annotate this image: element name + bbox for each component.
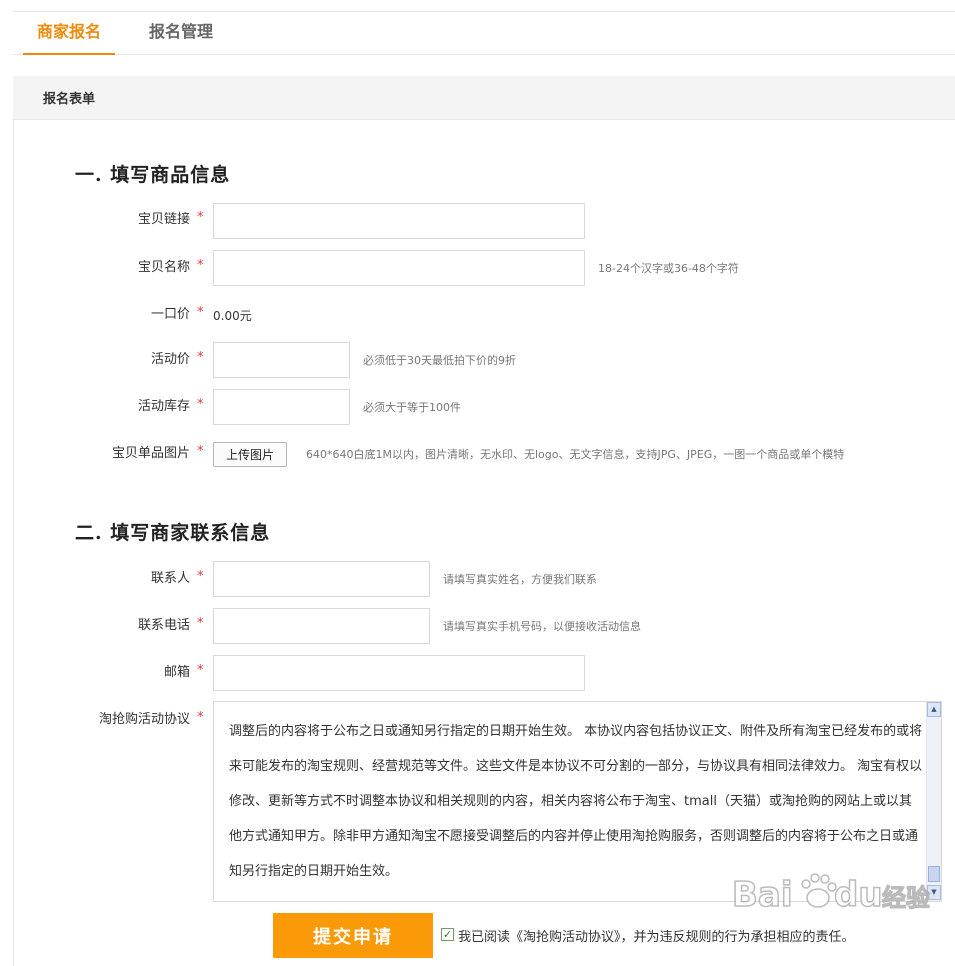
item-link-label: 宝贝链接 <box>137 212 190 227</box>
fixed-price-value: 0.00元 <box>213 309 252 323</box>
required-mark: * <box>197 305 204 320</box>
event-price-input[interactable] <box>213 342 350 378</box>
scroll-up-arrow-icon[interactable]: ▲ <box>927 702 941 717</box>
watermark-du: du <box>834 875 883 915</box>
top-tabs: 商家报名 报名管理 <box>13 11 955 55</box>
required-mark: * <box>197 616 204 631</box>
tab-signup-management[interactable]: 报名管理 <box>135 12 227 55</box>
tab-merchant-signup[interactable]: 商家报名 <box>23 12 115 55</box>
agree-checkbox[interactable]: ✓ <box>441 928 454 941</box>
baidu-jingyan-watermark: Bai du 经验 <box>731 873 931 916</box>
contact-hint: 请填写真实姓名，方便我们联系 <box>443 573 597 586</box>
required-mark: * <box>197 710 204 725</box>
required-mark: * <box>197 397 204 412</box>
item-link-input[interactable] <box>213 203 585 239</box>
paw-icon <box>801 873 837 908</box>
required-mark: * <box>197 210 204 225</box>
item-name-label: 宝贝名称 <box>137 260 190 275</box>
contact-input[interactable] <box>213 561 430 597</box>
event-stock-input[interactable] <box>213 389 350 425</box>
panel-border <box>13 120 14 966</box>
agree-text: 我已阅读《淘抢购活动协议》，并为违反规则的行为承担相应的责任。 <box>458 930 855 945</box>
section-contact-info-title: 二. 填写商家联系信息 <box>75 522 271 544</box>
submit-application-button[interactable]: 提交申请 <box>273 913 433 958</box>
required-mark: * <box>197 569 204 584</box>
event-price-hint: 必须低于30天最低拍下价的9折 <box>363 354 516 367</box>
item-image-label: 宝贝单品图片 <box>111 446 190 461</box>
event-price-label: 活动价 <box>150 352 190 367</box>
phone-hint: 请填写真实手机号码，以便接收活动信息 <box>443 620 641 633</box>
item-image-hint: 640*640白底1M以内，图片清晰，无水印、无logo、无文字信息，支持JPG… <box>306 448 845 461</box>
watermark-jingyan: 经验 <box>882 884 930 912</box>
phone-input[interactable] <box>213 608 430 644</box>
phone-label: 联系电话 <box>137 618 190 633</box>
required-mark: * <box>197 663 204 678</box>
email-label: 邮箱 <box>163 665 190 680</box>
form-header-title: 报名表单 <box>43 92 96 107</box>
watermark-bai: Bai <box>732 875 793 915</box>
item-name-input[interactable] <box>213 250 585 286</box>
required-mark: * <box>197 444 204 459</box>
email-input[interactable] <box>213 655 585 691</box>
event-stock-hint: 必须大于等于100件 <box>363 401 461 414</box>
event-stock-label: 活动库存 <box>137 399 190 414</box>
form-header: 报名表单 <box>13 76 955 120</box>
required-mark: * <box>197 350 204 365</box>
item-name-hint: 18-24个汉字或36-48个字符 <box>598 262 739 275</box>
contact-label: 联系人 <box>150 571 190 586</box>
section-product-info-title: 一. 填写商品信息 <box>75 164 231 186</box>
required-mark: * <box>197 258 204 273</box>
agreement-label: 淘抢购活动协议 <box>98 712 190 727</box>
upload-image-button[interactable]: 上传图片 <box>213 442 287 467</box>
fixed-price-label: 一口价 <box>150 307 190 322</box>
